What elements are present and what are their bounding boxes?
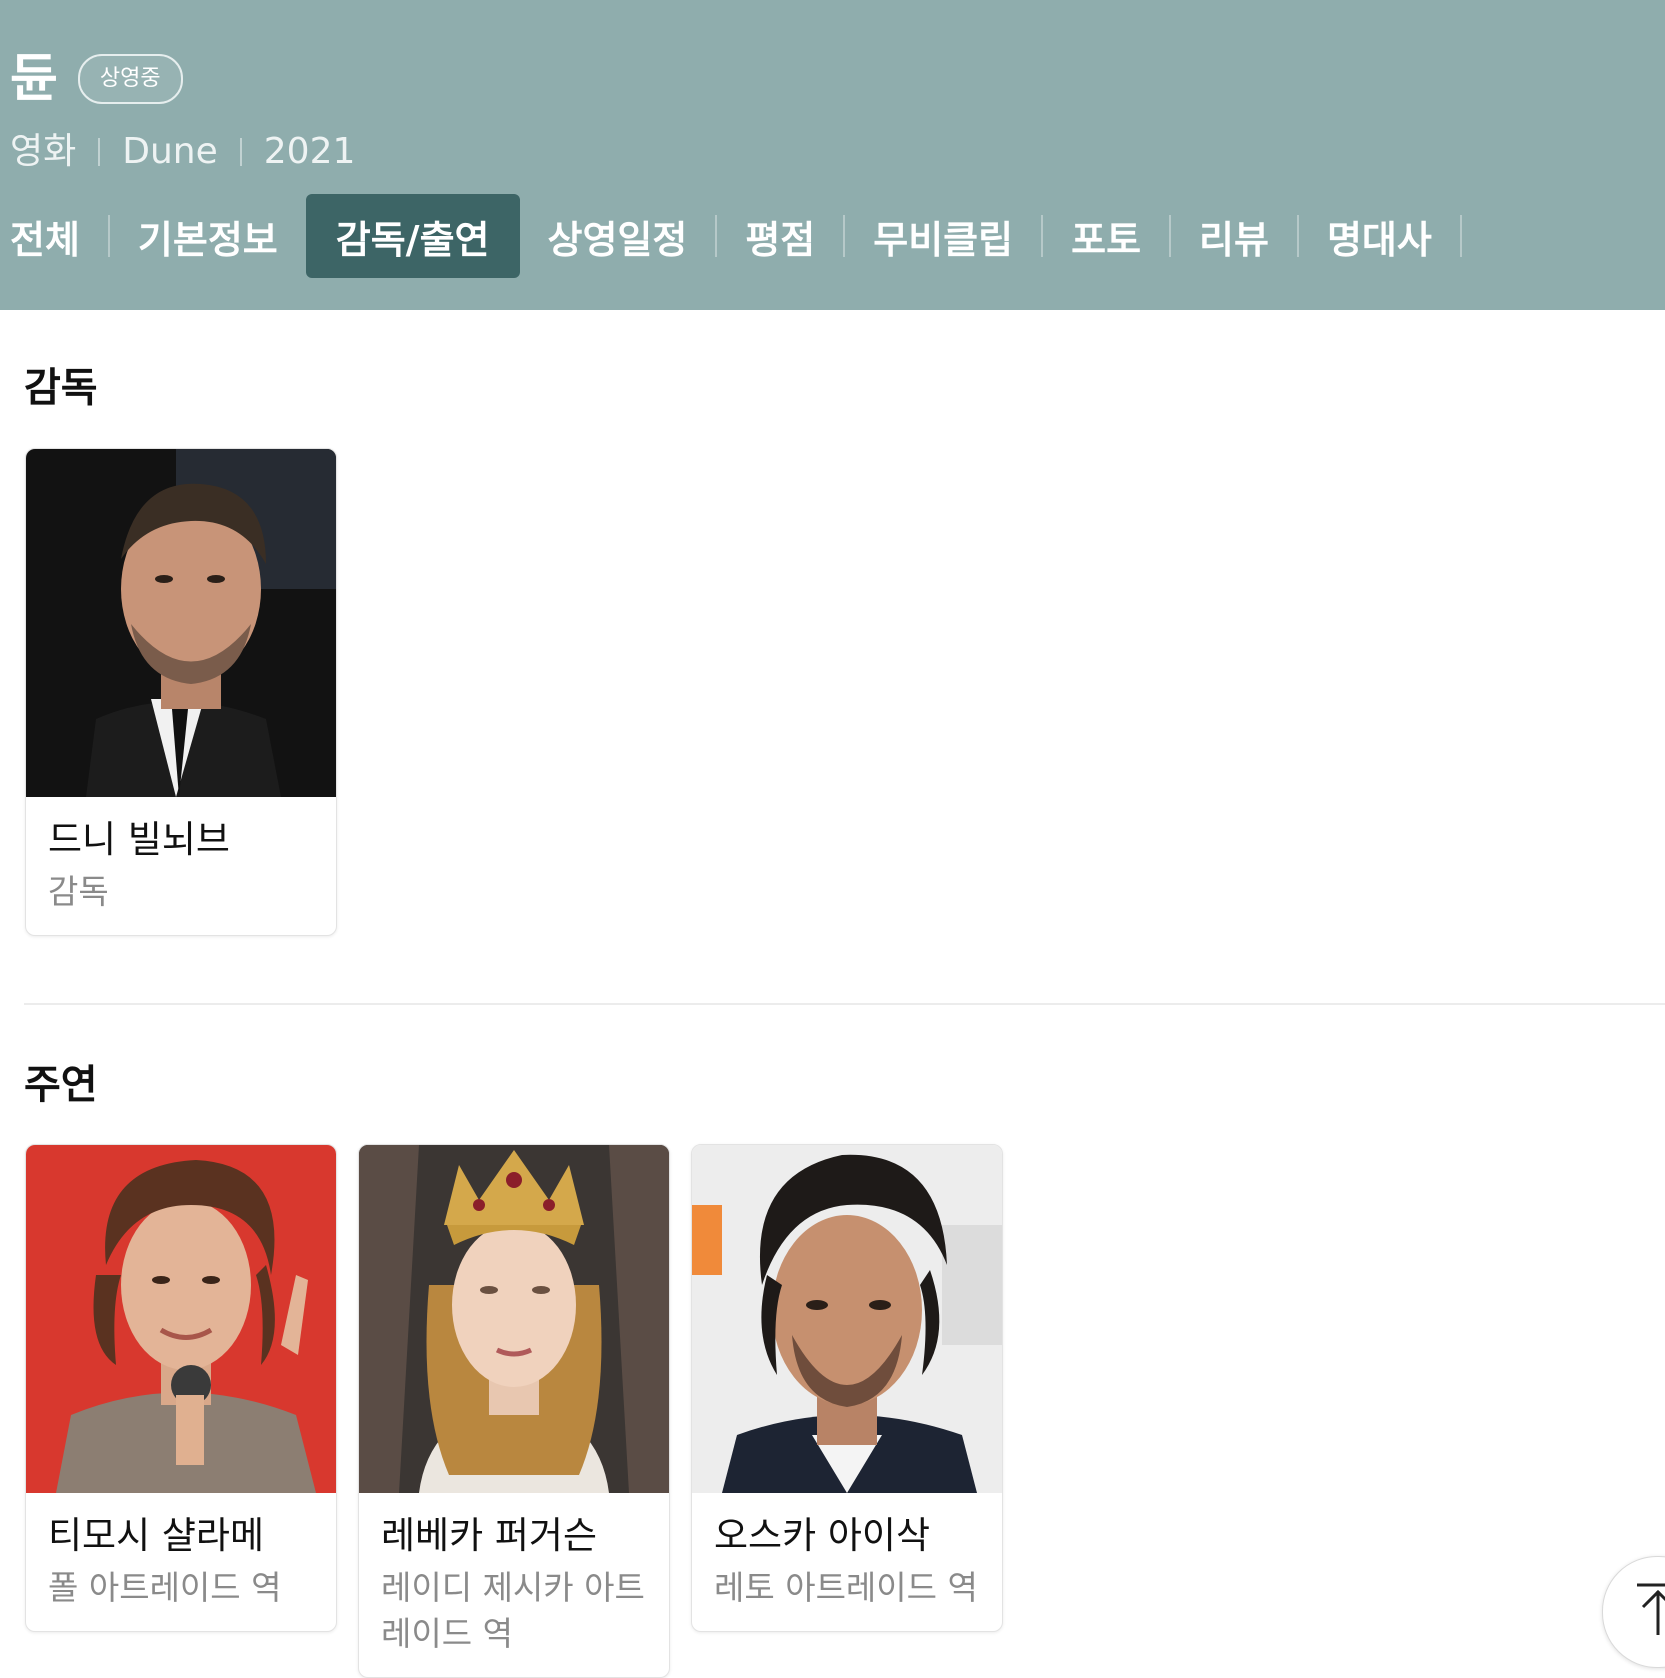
person-info: 티모시 샬라메 폴 아트레이드 역 — [26, 1493, 336, 1631]
actor-portrait — [359, 1145, 669, 1493]
person-card-cast-3[interactable]: 오스카 아이삭 레토 아트레이드 역 — [691, 1144, 1003, 1632]
meta-divider — [239, 138, 242, 166]
person-photo[interactable] — [26, 1145, 336, 1493]
person-card-director[interactable]: 드니 빌뇌브 감독 — [25, 448, 337, 936]
person-photo[interactable] — [26, 449, 336, 797]
person-name[interactable]: 오스카 아이삭 — [714, 1511, 980, 1561]
tab-all[interactable]: 전체 — [0, 194, 108, 278]
title-row: 듄 상영중 — [10, 45, 183, 113]
tab-movie-clips[interactable]: 무비클립 — [845, 194, 1041, 278]
person-role: 폴 아트레이드 역 — [48, 1568, 282, 1607]
person-name[interactable]: 레베카 퍼거슨 — [381, 1511, 647, 1561]
actor-portrait — [26, 1145, 336, 1493]
cast-section-title: 주연 — [24, 1062, 98, 1108]
section-divider — [24, 1003, 1665, 1005]
person-card-cast-2[interactable]: 레베카 퍼거슨 레이디 제시카 아트레이드 역 — [358, 1144, 670, 1678]
meta-divider — [98, 138, 101, 166]
movie-meta: 영화 Dune 2021 — [10, 128, 355, 176]
movie-title: 듄 — [10, 49, 58, 109]
person-role: 감독 — [48, 872, 109, 911]
person-info: 레베카 퍼거슨 레이디 제시카 아트레이드 역 — [359, 1493, 669, 1677]
person-info: 오스카 아이삭 레토 아트레이드 역 — [692, 1493, 1002, 1631]
meta-original-title: Dune — [122, 131, 218, 172]
tab-basic-info[interactable]: 기본정보 — [110, 194, 306, 278]
status-badge: 상영중 — [77, 54, 183, 104]
director-portrait — [26, 449, 336, 797]
tab-rating[interactable]: 평점 — [717, 194, 843, 278]
person-photo[interactable] — [359, 1145, 669, 1493]
tab-bar: 전체 기본정보 감독/출연 상영일정 평점 무비클립 포토 리뷰 명대사 — [0, 194, 1462, 278]
person-name[interactable]: 티모시 샬라메 — [48, 1511, 314, 1561]
tab-schedule[interactable]: 상영일정 — [520, 194, 716, 278]
person-photo[interactable] — [692, 1145, 1002, 1493]
person-name[interactable]: 드니 빌뇌브 — [48, 815, 314, 865]
director-section-title: 감독 — [24, 365, 98, 411]
meta-year: 2021 — [263, 131, 356, 172]
tab-cast-crew[interactable]: 감독/출연 — [305, 194, 520, 278]
movie-header: 듄 상영중 영화 Dune 2021 전체 기본정보 감독/출연 상영일정 평점… — [0, 0, 1665, 310]
tab-photos[interactable]: 포토 — [1043, 194, 1169, 278]
tab-divider — [1459, 215, 1462, 257]
tab-quotes[interactable]: 명대사 — [1299, 194, 1460, 278]
person-role: 레토 아트레이드 역 — [714, 1568, 978, 1607]
tab-reviews[interactable]: 리뷰 — [1171, 194, 1297, 278]
person-role: 레이디 제시카 아트레이드 역 — [381, 1568, 645, 1653]
meta-type: 영화 — [10, 131, 77, 172]
actor-portrait — [692, 1145, 1002, 1493]
person-info: 드니 빌뇌브 감독 — [26, 797, 336, 935]
person-card-cast-1[interactable]: 티모시 샬라메 폴 아트레이드 역 — [25, 1144, 337, 1632]
arrow-up-to-top-icon — [1637, 1583, 1665, 1635]
scroll-to-top-button[interactable] — [1602, 1556, 1665, 1668]
